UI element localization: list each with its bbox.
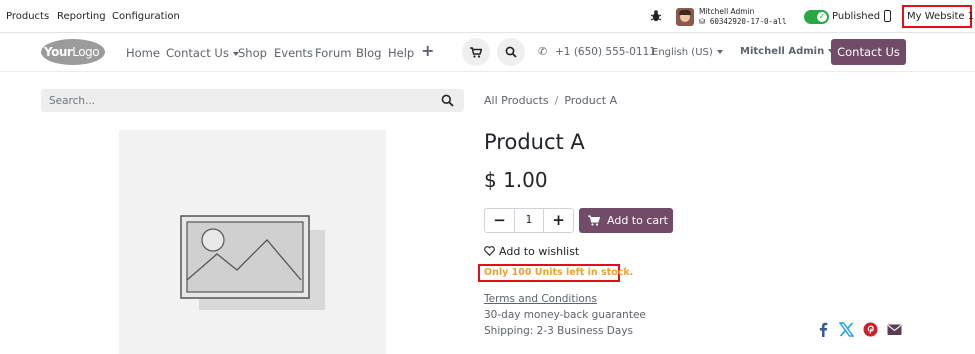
user-menu-label: Mitchell Admin: [740, 46, 825, 57]
cart-icon: [470, 47, 482, 58]
published-toggle[interactable]: ✓: [804, 10, 829, 24]
image-placeholder-icon: [180, 215, 325, 310]
logo-text: YourLogo: [44, 45, 100, 59]
terms-link[interactable]: Terms and Conditions: [484, 293, 597, 305]
database-icon: ⛁: [699, 17, 710, 26]
database-label: 60342920-17-0-all: [709, 17, 787, 26]
product-image: [119, 130, 386, 354]
quantity-decrease-button[interactable]: −: [485, 209, 514, 232]
shipping-text: Shipping: 2-3 Business Days: [484, 325, 634, 337]
nav-item-help[interactable]: Help: [388, 46, 414, 60]
nav-item-home[interactable]: Home: [126, 46, 160, 60]
search-input[interactable]: [49, 89, 429, 112]
nav-item-forum[interactable]: Forum: [315, 46, 351, 60]
guarantee-text: 30-day money-back guarantee: [484, 309, 646, 321]
add-menu-icon[interactable]: +: [421, 41, 434, 60]
wishlist-label: Add to wishlist: [499, 245, 580, 258]
cart-button[interactable]: [462, 38, 490, 66]
add-to-cart-button[interactable]: Add to cart: [579, 208, 673, 233]
admin-menu-configuration[interactable]: Configuration: [112, 11, 180, 22]
add-to-wishlist[interactable]: Add to wishlist: [484, 245, 579, 258]
facebook-icon[interactable]: [816, 322, 831, 337]
admin-bar: Products Reporting Configuration Mitchel…: [0, 0, 975, 33]
avatar-hair: [679, 10, 691, 15]
heart-icon: [484, 246, 495, 256]
user-avatar[interactable]: [676, 8, 694, 26]
website-navbar: YourLogo Home Contact Us Shop Events For…: [0, 33, 975, 72]
check-icon: ✓: [817, 12, 827, 22]
admin-user-name[interactable]: Mitchell Admin: [699, 7, 754, 16]
phone-icon: ✆: [538, 45, 548, 58]
envelope-icon[interactable]: [887, 322, 902, 337]
logo-text-rest: Logo: [72, 45, 100, 59]
nav-item-contact-us[interactable]: Contact Us: [166, 46, 239, 60]
stock-message: Only 100 Units left in stock.: [484, 267, 634, 278]
breadcrumb: All Products / Product A: [484, 94, 617, 107]
published-label[interactable]: Published: [832, 11, 880, 22]
breadcrumb-separator: /: [554, 94, 559, 107]
quantity-stepper: − 1 +: [484, 208, 574, 233]
add-to-cart-label: Add to cart: [607, 214, 668, 227]
admin-menu-reporting[interactable]: Reporting: [57, 11, 106, 22]
language-label: English (US): [652, 47, 713, 58]
product-search: [41, 89, 464, 112]
bug-icon[interactable]: [650, 9, 662, 23]
logo-text-bold: Your: [44, 45, 73, 59]
nav-item-events[interactable]: Events: [274, 46, 313, 60]
database-name: ⛁ 60342920-17-0-all: [699, 17, 787, 26]
website-selector[interactable]: My Website 1: [902, 5, 975, 28]
breadcrumb-all-products[interactable]: All Products: [484, 94, 549, 107]
nav-item-contact-us-label: Contact Us: [166, 46, 229, 60]
search-icon: [505, 46, 517, 58]
nav-item-blog[interactable]: Blog: [356, 46, 381, 60]
product-price: $ 1.00: [484, 168, 548, 192]
product-title: Product A: [484, 130, 585, 154]
search-button[interactable]: [497, 38, 525, 66]
breadcrumb-current: Product A: [564, 94, 618, 107]
x-icon[interactable]: [839, 322, 854, 337]
user-menu[interactable]: Mitchell Admin: [740, 46, 835, 57]
language-selector[interactable]: English (US): [652, 47, 723, 58]
quantity-increase-button[interactable]: +: [544, 209, 573, 232]
nav-item-shop[interactable]: Shop: [238, 46, 267, 60]
pinterest-icon[interactable]: [863, 322, 878, 337]
admin-menu-products[interactable]: Products: [6, 11, 49, 22]
search-icon[interactable]: [441, 94, 454, 107]
phone-number[interactable]: +1 (650) 555-0111: [555, 46, 656, 58]
website-selector-label: My Website 1: [907, 11, 975, 22]
cart-icon: [588, 215, 600, 226]
contact-us-button[interactable]: Contact Us: [831, 39, 906, 65]
quantity-input[interactable]: 1: [514, 209, 544, 232]
chevron-down-icon: [716, 50, 723, 54]
mobile-preview-icon[interactable]: [884, 10, 891, 22]
